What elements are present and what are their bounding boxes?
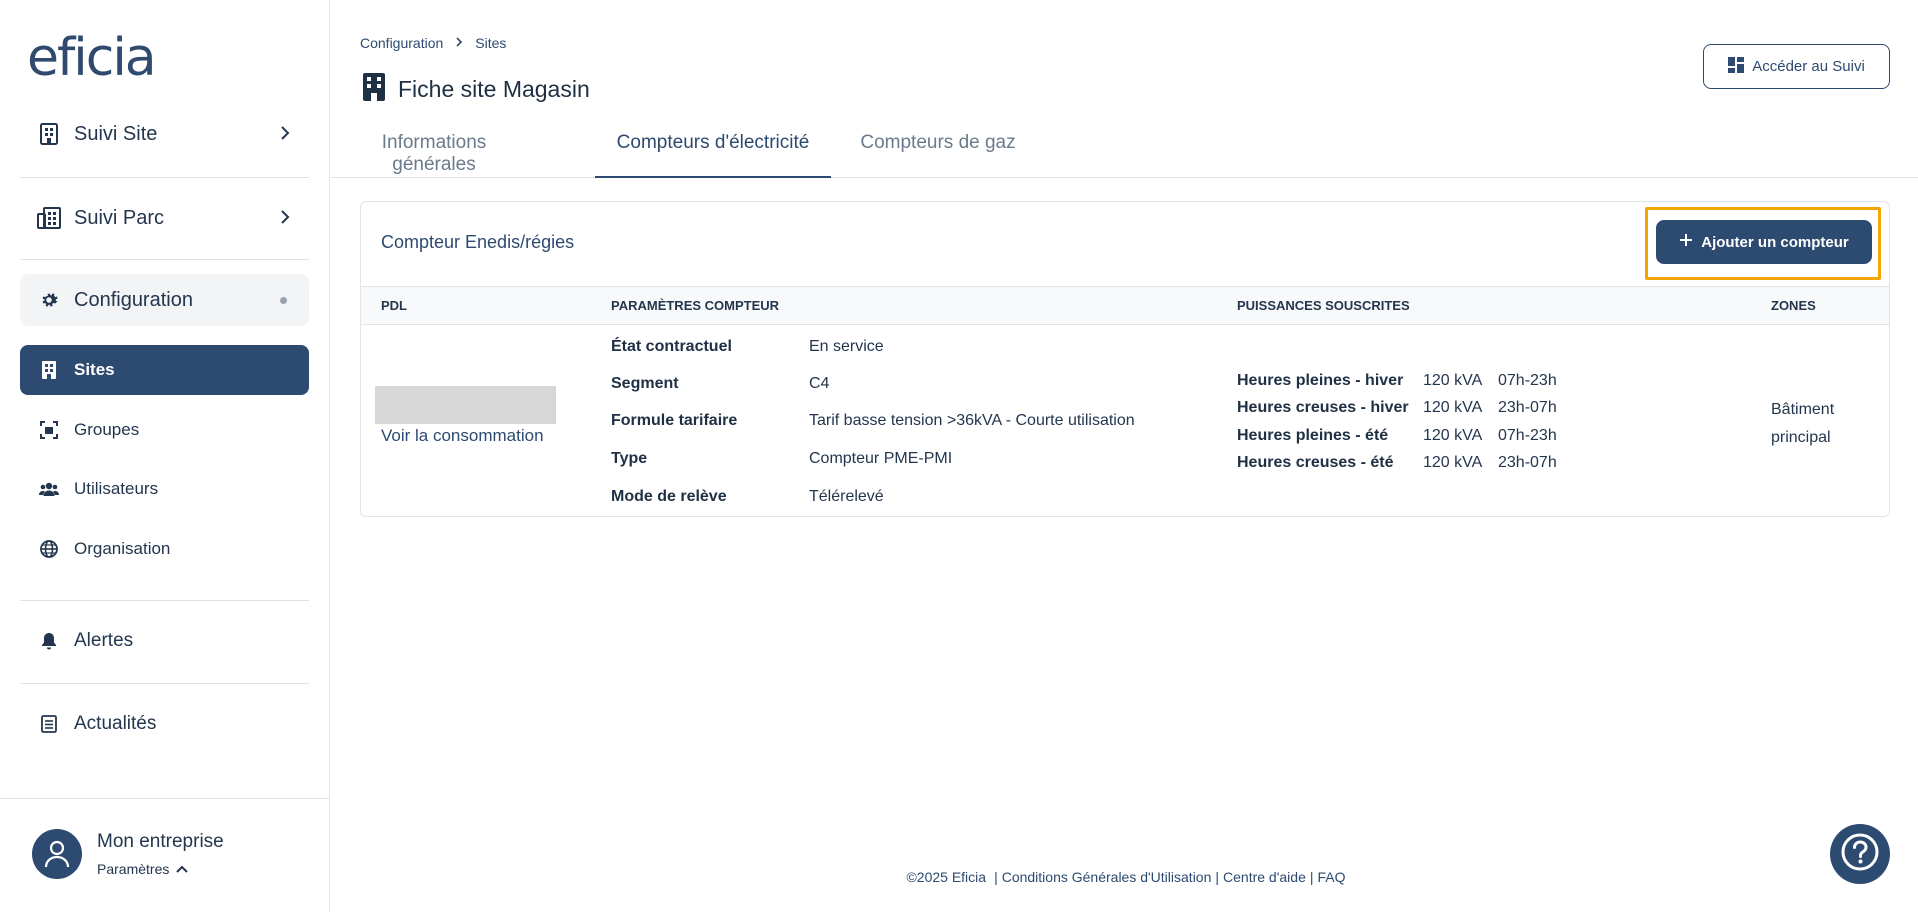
power-kva: 120 kVA: [1423, 454, 1483, 471]
power-label: Heures creuses - hiver: [1237, 399, 1409, 416]
globe-icon: [38, 538, 60, 560]
sidebar-item-label: Organisation: [74, 539, 171, 558]
footer-separator: |: [994, 869, 998, 885]
chevron-right-icon: [279, 124, 291, 147]
nav-configuration[interactable]: Configuration: [20, 274, 309, 326]
nav-suivi-site[interactable]: Suivi Site: [20, 108, 309, 160]
power-hours: 07h-23h: [1498, 372, 1557, 389]
tab-informations-generales[interactable]: Informations générales: [345, 118, 523, 178]
sidebar-divider: [20, 177, 309, 178]
dashboard-icon: [1728, 56, 1745, 77]
sidebar-item-label: Sites: [74, 360, 115, 379]
nav-suivi-site-label: Suivi Site: [74, 122, 158, 145]
power-kva: 120 kVA: [1423, 427, 1483, 444]
breadcrumb: Configuration Sites: [360, 35, 506, 51]
footer-help-link[interactable]: Centre d'aide: [1223, 869, 1306, 885]
param-label: Type: [611, 450, 648, 467]
param-value: En service: [809, 338, 884, 355]
power-label: Heures creuses - été: [1237, 454, 1394, 471]
group-scan-icon: [38, 419, 60, 441]
eficia-logo[interactable]: eficia: [27, 28, 157, 88]
power-label: Heures pleines - été: [1237, 427, 1389, 444]
voir-consommation-link[interactable]: Voir la consommation: [381, 426, 544, 446]
nav-configuration-label: Configuration: [74, 288, 193, 311]
page-title-text: Fiche site Magasin: [398, 76, 590, 102]
chevron-right-icon: [455, 35, 463, 51]
footer-copyright: ©2025 Eficia: [906, 869, 987, 885]
zone-value: Bâtiment principal: [1771, 401, 1835, 446]
param-label: Segment: [611, 375, 679, 392]
param-label: État contractuel: [611, 338, 732, 355]
column-header-zones: ZONES: [1771, 298, 1816, 313]
footer-faq-link[interactable]: FAQ: [1318, 869, 1346, 885]
user-name: Mon entreprise: [97, 831, 224, 852]
power-hours: 23h-07h: [1498, 454, 1557, 471]
param-value: Télérelevé: [809, 488, 884, 505]
tab-compteurs-gaz[interactable]: Compteurs de gaz: [853, 118, 1023, 178]
sidebar-item-actualites[interactable]: Actualités: [20, 699, 309, 749]
sidebar-item-label: Alertes: [74, 630, 134, 651]
power-kva: 120 kVA: [1423, 372, 1483, 389]
users-icon: [38, 478, 60, 500]
building-icon: [36, 121, 62, 147]
power-hours: 23h-07h: [1498, 399, 1557, 416]
column-header-puissances: PUISSANCES SOUSCRITES: [1237, 298, 1410, 313]
sidebar-item-label: Actualités: [74, 713, 157, 734]
column-header-parametres: PARAMÈTRES COMPTEUR: [611, 298, 780, 313]
nav-suivi-parc[interactable]: Suivi Parc: [20, 192, 309, 244]
sidebar: eficia Suivi Site Suivi Parc Configurati…: [0, 0, 330, 912]
sidebar-divider: [20, 600, 309, 601]
highlight-frame: Ajouter un compteur: [1645, 207, 1881, 280]
sidebar-divider: [20, 259, 309, 260]
page-title: Fiche site Magasin: [362, 72, 590, 107]
card-title: Compteur Enedis/régies: [381, 232, 575, 252]
param-label: Formule tarifaire: [611, 412, 738, 429]
plus-icon: [1679, 233, 1693, 251]
acceder-suivi-label: Accéder au Suivi: [1752, 58, 1865, 75]
bell-icon: [38, 630, 60, 652]
building-icon: [362, 72, 386, 107]
add-compteur-label: Ajouter un compteur: [1701, 233, 1849, 251]
sidebar-divider: [20, 683, 309, 684]
breadcrumb-sites[interactable]: Sites: [475, 35, 506, 51]
power-hours: 07h-23h: [1498, 427, 1557, 444]
sidebar-item-alertes[interactable]: Alertes: [20, 616, 309, 666]
building-icon: [38, 359, 60, 381]
power-kva: 120 kVA: [1423, 399, 1483, 416]
param-label: Mode de relève: [611, 488, 727, 505]
sidebar-item-organisation[interactable]: Organisation: [20, 524, 309, 574]
table-header: PDL PARAMÈTRES COMPTEUR PUISSANCES SOUSC…: [361, 286, 1889, 325]
help-button[interactable]: [1830, 824, 1890, 884]
chevron-right-icon: [279, 208, 291, 231]
param-value: Tarif basse tension >36kVA - Courte util…: [809, 412, 1135, 429]
param-value: C4: [809, 375, 830, 392]
nav-suivi-parc-label: Suivi Parc: [74, 206, 165, 229]
footer: ©2025 Eficia | Conditions Générales d'Ut…: [0, 869, 1918, 885]
acceder-suivi-button[interactable]: Accéder au Suivi: [1703, 44, 1890, 89]
status-dot: [280, 297, 287, 304]
sidebar-item-sites[interactable]: Sites: [20, 345, 309, 395]
news-icon: [38, 713, 60, 735]
breadcrumb-configuration[interactable]: Configuration: [360, 35, 443, 51]
sidebar-item-groupes[interactable]: Groupes: [20, 405, 309, 455]
param-value: Compteur PME-PMI: [809, 450, 953, 467]
buildings-icon: [36, 205, 62, 231]
footer-separator: |: [1215, 869, 1220, 885]
tabs: Informations générales Compteurs d'élect…: [331, 118, 1918, 178]
user-menu: Mon entreprise Paramètres: [0, 798, 330, 912]
footer-separator: |: [1309, 869, 1314, 885]
add-compteur-button[interactable]: Ajouter un compteur: [1656, 220, 1872, 264]
power-label: Heures pleines - hiver: [1237, 372, 1404, 389]
gear-icon: [36, 287, 62, 313]
question-icon: [1840, 832, 1880, 877]
sidebar-item-label: Utilisateurs: [74, 479, 159, 498]
sidebar-item-utilisateurs[interactable]: Utilisateurs: [20, 464, 309, 514]
pdl-placeholder: [375, 386, 556, 424]
tab-compteurs-electricite[interactable]: Compteurs d'électricité: [595, 118, 831, 178]
column-header-pdl: PDL: [381, 298, 407, 313]
sidebar-item-label: Groupes: [74, 420, 140, 439]
compteur-card: Compteur Enedis/régies Ajouter un compte…: [360, 201, 1890, 517]
footer-cgu-link[interactable]: Conditions Générales d'Utilisation: [1002, 869, 1212, 885]
